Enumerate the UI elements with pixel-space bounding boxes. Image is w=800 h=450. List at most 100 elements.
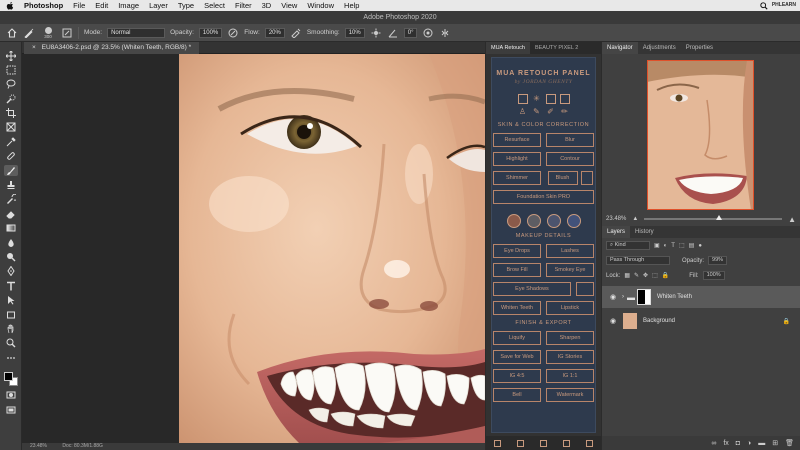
resurface-button[interactable]: Resurface bbox=[493, 133, 541, 147]
menu-type[interactable]: Type bbox=[178, 1, 194, 10]
menu-image[interactable]: Image bbox=[118, 1, 139, 10]
home-icon[interactable] bbox=[6, 27, 18, 39]
menu-help[interactable]: Help bbox=[344, 1, 359, 10]
color-circle[interactable] bbox=[506, 214, 521, 228]
eye-shadows-settings-icon[interactable] bbox=[576, 282, 594, 296]
menu-filter[interactable]: Filter bbox=[235, 1, 252, 10]
eye-shadows-button[interactable]: Eye Shadows bbox=[493, 282, 571, 296]
zoom-in-icon[interactable]: ▲ bbox=[788, 215, 796, 224]
sparkle-icon[interactable]: ✳ bbox=[532, 94, 542, 104]
menu-view[interactable]: View bbox=[281, 1, 297, 10]
new-layer-icon[interactable]: ⊞ bbox=[772, 439, 778, 447]
menu-3d[interactable]: 3D bbox=[262, 1, 272, 10]
whiten-teeth-button[interactable]: Whiten Teeth bbox=[493, 301, 541, 315]
footer-action-icon[interactable] bbox=[563, 439, 570, 447]
visibility-eye-icon[interactable]: ◉ bbox=[607, 317, 619, 325]
smoothing-input[interactable]: 10% bbox=[344, 27, 365, 38]
ig-4-5-button[interactable]: IG 4:5 bbox=[493, 369, 541, 383]
menu-edit[interactable]: Edit bbox=[95, 1, 108, 10]
blush-button[interactable]: Blush bbox=[546, 171, 594, 185]
footer-action-icon[interactable] bbox=[517, 439, 524, 447]
sharpen-button[interactable]: Sharpen bbox=[546, 331, 594, 345]
zoom-slider-knob[interactable] bbox=[715, 215, 722, 220]
zoom-tool-icon[interactable] bbox=[4, 338, 18, 349]
quick-select-tool-icon[interactable] bbox=[4, 93, 18, 104]
filter-shape-icon[interactable]: ⬚ bbox=[679, 242, 685, 249]
tab-properties[interactable]: Properties bbox=[681, 42, 718, 54]
pressure-opacity-icon[interactable] bbox=[227, 27, 239, 39]
layer-lock-icon[interactable]: 🔒 bbox=[783, 318, 790, 325]
ig-stories-button[interactable]: IG Stories bbox=[546, 350, 594, 364]
filter-adjustment-icon[interactable]: ◐ bbox=[664, 243, 668, 249]
watermark-button[interactable]: Watermark bbox=[546, 388, 594, 402]
filter-type-icon[interactable]: T bbox=[671, 243, 675, 249]
new-group-icon[interactable]: ▬ bbox=[758, 440, 765, 447]
ig-1-1-button[interactable]: IG 1:1 bbox=[546, 369, 594, 383]
screen-mode-icon[interactable] bbox=[4, 404, 18, 415]
layer-filter-select[interactable]: ⌕ Kind bbox=[606, 241, 650, 250]
layer-mask-thumbnail[interactable] bbox=[637, 289, 651, 305]
delete-layer-icon[interactable]: 🗑 bbox=[785, 439, 794, 447]
lasso-tool-icon[interactable] bbox=[4, 79, 18, 90]
navigator-thumbnail[interactable] bbox=[647, 60, 754, 210]
history-brush-tool-icon[interactable] bbox=[4, 194, 18, 205]
dodge-tool-icon[interactable] bbox=[4, 251, 18, 262]
dashed-frame-icon[interactable] bbox=[559, 94, 570, 104]
gradient-tool-icon[interactable] bbox=[4, 223, 18, 234]
tab-beauty-pixel[interactable]: BEAUTY PIXEL 2 bbox=[530, 42, 583, 54]
tab-layers[interactable]: Layers bbox=[602, 226, 631, 238]
foreground-color-swatch[interactable] bbox=[3, 371, 13, 381]
menu-layer[interactable]: Layer bbox=[149, 1, 168, 10]
layer-name[interactable]: Whiten Teeth bbox=[657, 294, 692, 300]
opacity-input[interactable]: 100% bbox=[198, 27, 223, 38]
menu-select[interactable]: Select bbox=[204, 1, 225, 10]
expand-chevron-icon[interactable]: › bbox=[622, 294, 624, 300]
zoom-slider[interactable] bbox=[644, 215, 783, 220]
flow-input[interactable]: 20% bbox=[264, 27, 285, 38]
lock-artboard-icon[interactable]: ⬚ bbox=[652, 272, 658, 279]
type-tool-icon[interactable] bbox=[4, 280, 18, 291]
footer-action-icon[interactable] bbox=[494, 439, 501, 447]
blur-button[interactable]: Blur bbox=[546, 133, 594, 147]
footer-action-icon[interactable] bbox=[540, 439, 547, 447]
eraser-tool-icon[interactable] bbox=[4, 208, 18, 219]
layer-row[interactable]: ◉ › ▬ Whiten Teeth bbox=[602, 286, 800, 308]
eye-drops-button[interactable]: Eye Drops bbox=[493, 244, 541, 258]
color-swatches[interactable] bbox=[3, 371, 19, 387]
highlight-button[interactable]: Highlight bbox=[493, 152, 541, 166]
blush-settings-icon[interactable] bbox=[580, 171, 593, 185]
blur-tool-icon[interactable] bbox=[4, 237, 18, 248]
liquify-button[interactable]: Liquify bbox=[493, 331, 541, 345]
brow-fill-button[interactable]: Brow Fill bbox=[493, 263, 541, 277]
foundation-skin-pro-button[interactable]: Foundation Skin PRO bbox=[493, 190, 594, 204]
lashes-button[interactable]: Lashes bbox=[546, 244, 594, 258]
layer-fill-input[interactable]: 100% bbox=[702, 271, 725, 280]
shimmer-button[interactable]: Shimmer bbox=[493, 171, 541, 185]
marquee-tool-icon[interactable] bbox=[4, 64, 18, 75]
airbrush-icon[interactable] bbox=[290, 27, 302, 39]
navigator-zoom-value[interactable]: 23.48% bbox=[606, 216, 626, 222]
menu-file[interactable]: File bbox=[73, 1, 85, 10]
color-circle[interactable] bbox=[546, 214, 561, 228]
tab-history[interactable]: History bbox=[630, 226, 659, 238]
quick-mask-icon[interactable] bbox=[4, 390, 18, 401]
lock-position-icon[interactable]: ✥ bbox=[643, 272, 648, 279]
move-tool-icon[interactable] bbox=[4, 50, 18, 61]
more-tools-icon[interactable] bbox=[4, 352, 18, 363]
brush-settings-icon[interactable] bbox=[61, 27, 73, 39]
menu-window[interactable]: Window bbox=[307, 1, 334, 10]
bell-button[interactable]: Bell bbox=[493, 388, 541, 402]
brush-icon[interactable]: ✎ bbox=[532, 107, 542, 117]
pencil-icon[interactable]: ✏ bbox=[560, 107, 570, 117]
layer-row[interactable]: ◉ Background 🔒 bbox=[602, 310, 800, 332]
visibility-eye-icon[interactable]: ◉ bbox=[607, 293, 619, 301]
adjustment-layer-icon[interactable]: ◑ bbox=[747, 440, 751, 447]
bracket-action-icon[interactable] bbox=[545, 94, 556, 104]
lock-pixels-icon[interactable]: ✎ bbox=[634, 272, 639, 279]
filter-smart-object-icon[interactable]: ▤ bbox=[689, 242, 695, 249]
angle-input[interactable]: 0° bbox=[403, 27, 418, 38]
layer-opacity-input[interactable]: 99% bbox=[708, 256, 728, 265]
symmetry-icon[interactable] bbox=[439, 27, 451, 39]
crop-tool-icon[interactable] bbox=[4, 108, 18, 119]
tab-navigator[interactable]: Navigator bbox=[602, 42, 638, 54]
